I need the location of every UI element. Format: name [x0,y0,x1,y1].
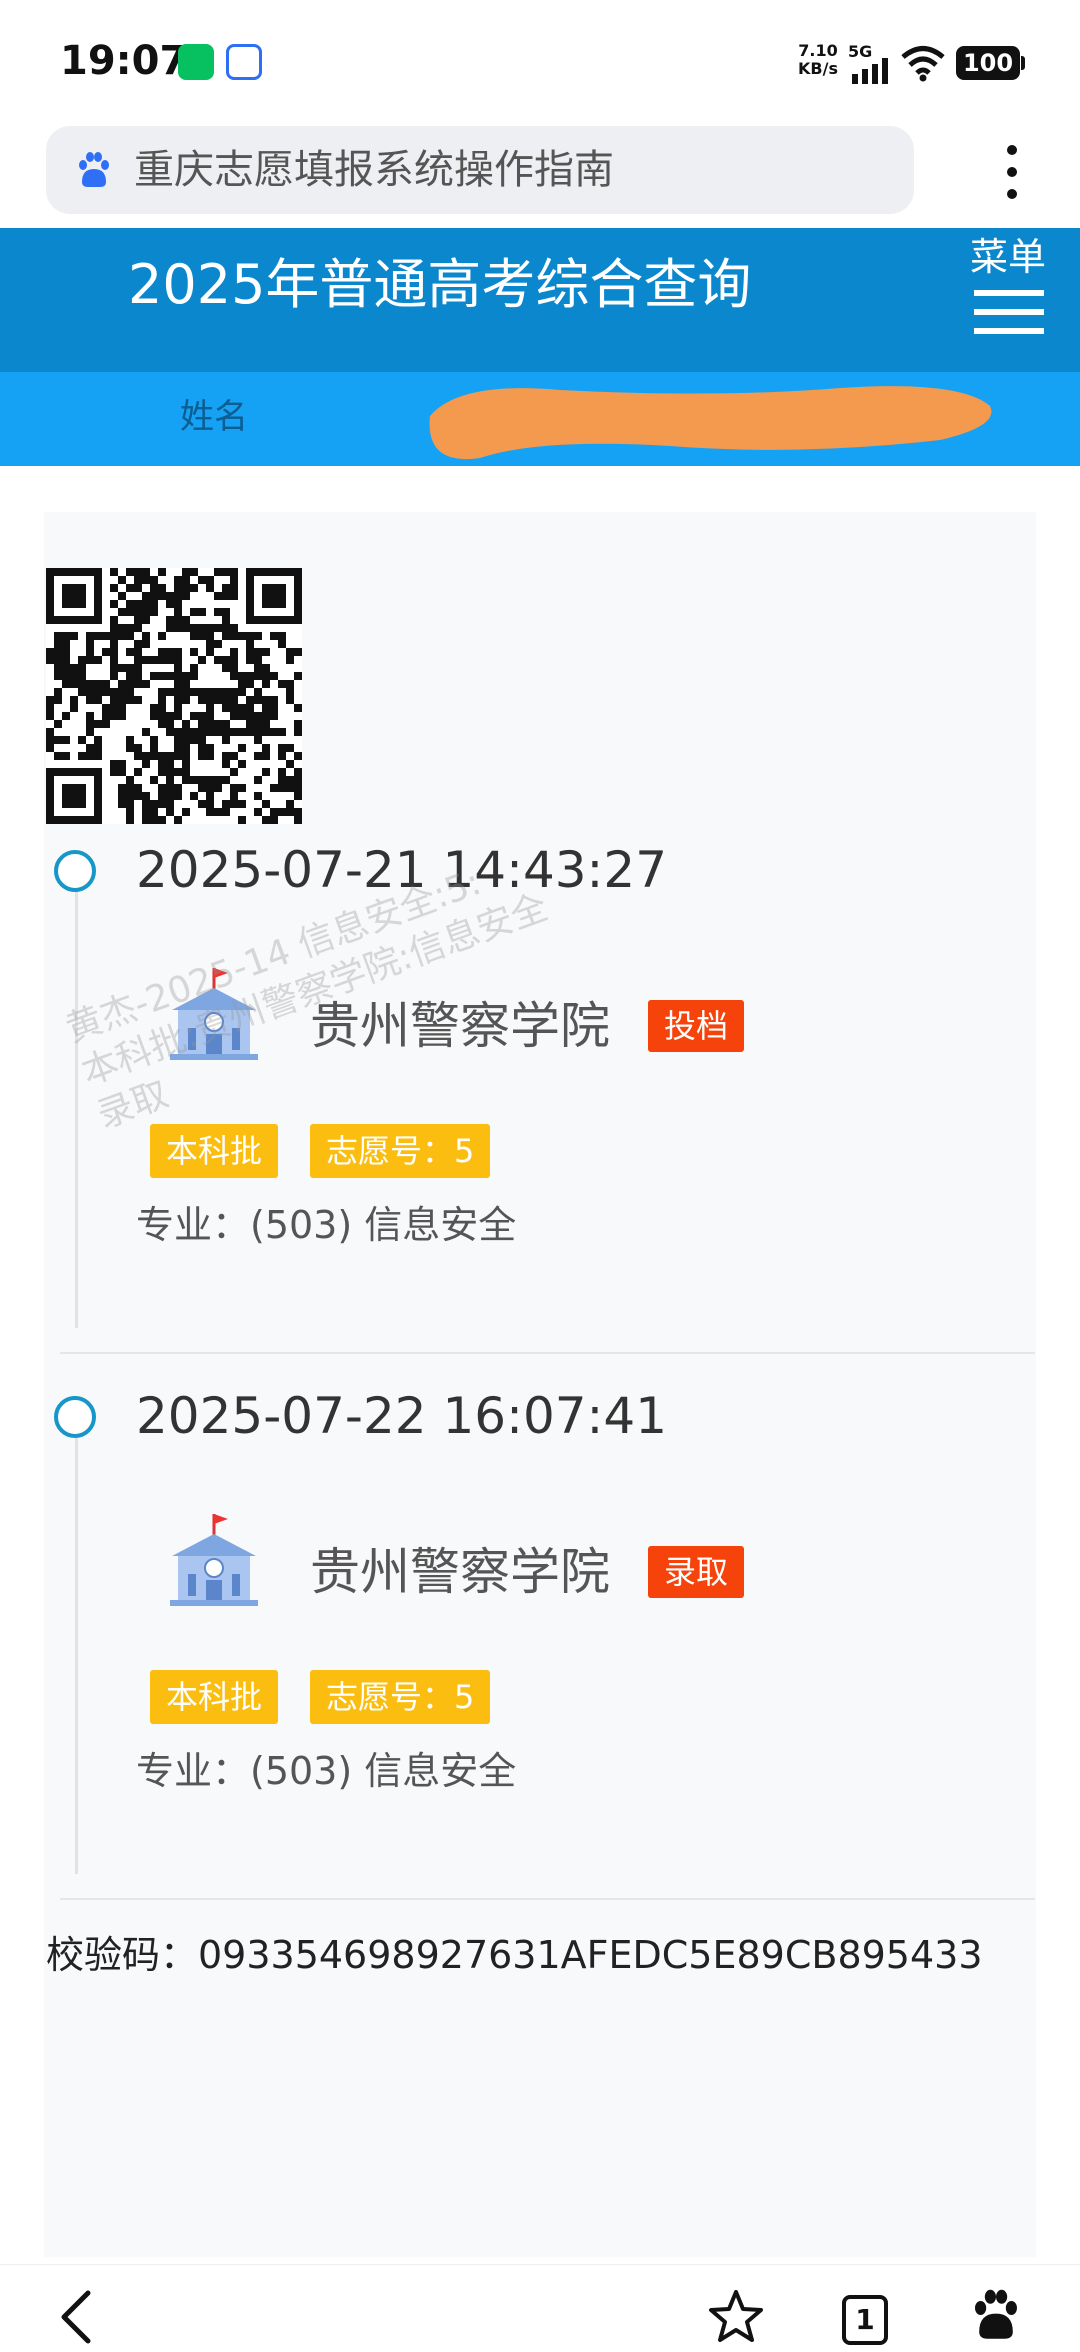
choice-number-tag: 志愿号：5 [310,1124,491,1178]
browser-bottom-nav: 1 [0,2264,1080,2352]
sub-header-text: 姓名 [180,397,248,437]
school-building-icon [170,1514,258,1606]
entry-divider [60,1352,1035,1354]
choice-number-tag: 志愿号：5 [310,1670,491,1724]
star-icon[interactable] [706,2287,766,2347]
baidu-paw-icon[interactable] [968,2287,1024,2343]
checksum-text: 校验码：093354698927631AFEDC5E89CB895433 [46,1933,983,1977]
baidu-paw-icon [79,152,109,187]
page-title: 2025年普通高考综合查询 [128,253,752,316]
redaction-mark [429,386,992,460]
entry-divider [60,1898,1035,1900]
school-building-icon [170,968,258,1060]
hamburger-icon [974,290,1044,334]
menu-label: 菜单 [970,235,1047,279]
page-header: 2025年普通高考综合查询 菜单 [0,228,1080,372]
more-vertical-icon[interactable] [1000,144,1024,200]
signal-icon [852,58,888,84]
back-arrow-icon[interactable] [56,2287,96,2347]
timeline-line [75,868,78,1328]
network-speed: 7.10 KB/s [798,41,838,78]
timeline-dot [54,850,96,892]
address-text[interactable]: 重庆志愿填报系统操作指南 [134,146,614,194]
menu-button[interactable]: 菜单 [964,232,1060,362]
address-bar[interactable]: 重庆志愿填报系统操作指南 [46,126,914,214]
status-tag-lu-qu: 录取 [648,1546,745,1598]
status-time: 19:07 [60,38,188,84]
baidu-app-icon [226,44,262,80]
timeline-line [75,1414,78,1874]
school-name: 贵州警察学院 [310,1543,610,1601]
battery-tip [1021,56,1025,70]
entry-time: 2025-07-21 14:43:27 [136,841,668,899]
tabs-icon[interactable]: 1 [842,2295,888,2345]
batch-tag: 本科批 [150,1670,279,1724]
qr-code [46,568,302,824]
school-name: 贵州警察学院 [310,997,610,1055]
wechat-icon [178,44,214,80]
entry-time: 2025-07-22 16:07:41 [136,1387,668,1445]
status-tag-tou-dang: 投档 [648,1000,745,1052]
timeline-dot [54,1396,96,1438]
status-bar: 19:07 7.10 KB/s 5G 100 [0,0,1080,120]
major-text: 专业：(503) 信息安全 [136,1749,517,1793]
major-text: 专业：(503) 信息安全 [136,1203,517,1247]
battery-icon: 100 [956,46,1020,80]
batch-tag: 本科批 [150,1124,279,1178]
wifi-icon [901,46,945,82]
